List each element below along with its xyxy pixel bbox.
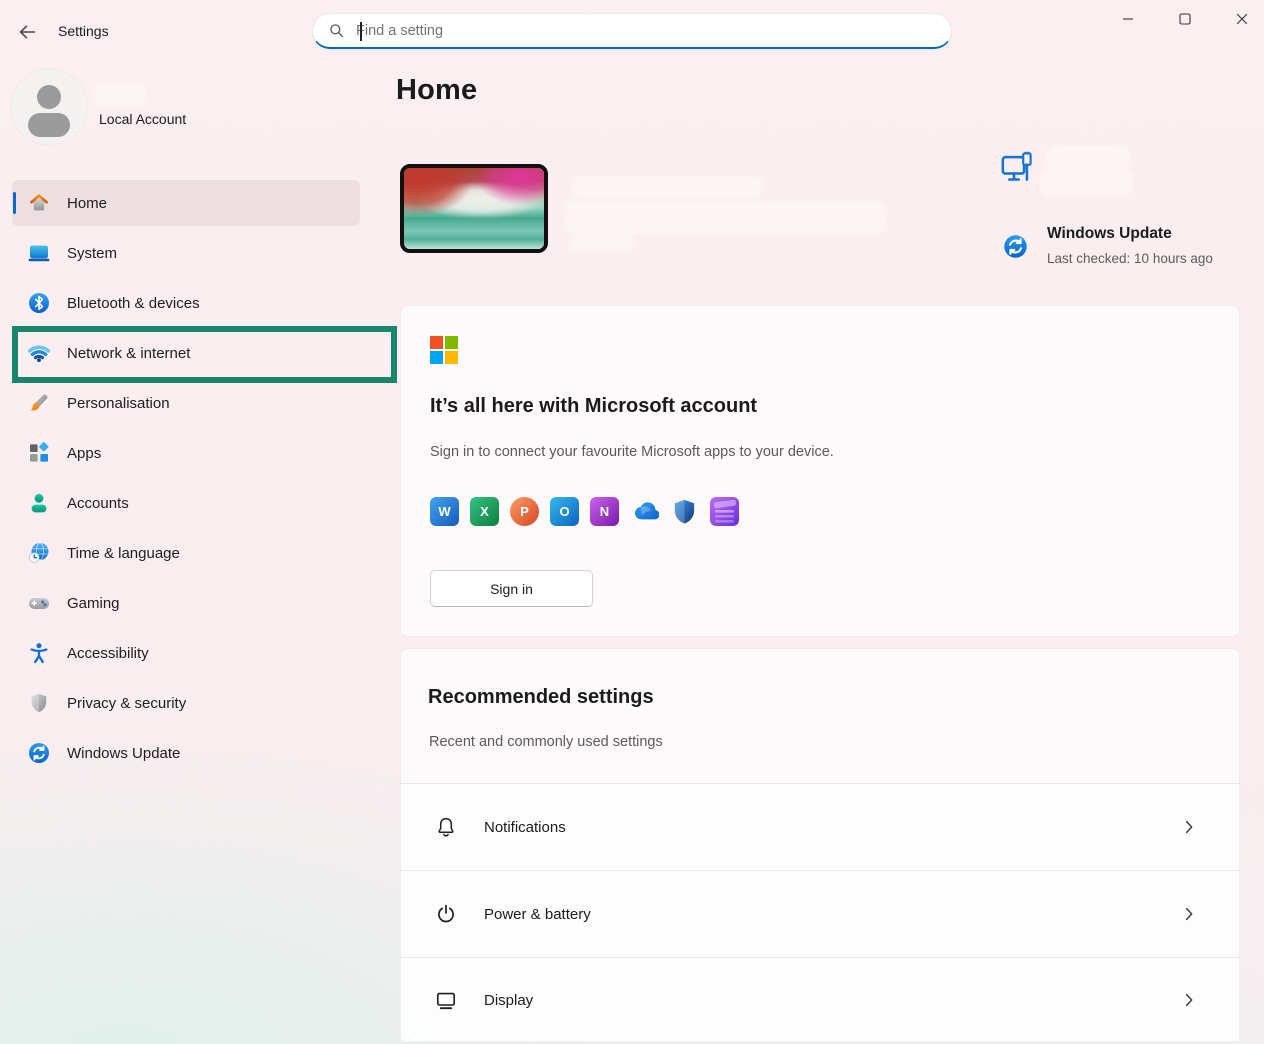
- outlook-icon: O: [550, 497, 579, 526]
- sidebar-item-label: Bluetooth & devices: [67, 295, 200, 312]
- account-type-label: Local Account: [99, 111, 186, 127]
- network-status-shortcut[interactable]: [1000, 150, 1036, 190]
- selected-accent-pill: [13, 192, 16, 214]
- sidebar-item-label: Accessibility: [67, 645, 149, 662]
- sidebar-item-label: Personalisation: [67, 395, 170, 412]
- sidebar-item-label: Gaming: [67, 595, 120, 612]
- microsoft-logo: [430, 336, 459, 365]
- excel-icon: X: [470, 497, 499, 526]
- system-icon: [27, 241, 51, 265]
- word-icon: W: [430, 497, 459, 526]
- sidebar-item-home[interactable]: Home: [12, 180, 360, 226]
- windows-update-status-subtitle: Last checked: 10 hours ago: [1047, 251, 1213, 266]
- recommended-title: Recommended settings: [428, 686, 654, 709]
- avatar-person-icon: [37, 85, 61, 109]
- ethernet-device-icon: [1000, 150, 1034, 188]
- redacted-device-info: [565, 201, 885, 234]
- setting-row-notifications[interactable]: Notifications: [401, 783, 1239, 870]
- window-title: Settings: [58, 23, 109, 39]
- windows-update-status-icon: [1002, 233, 1030, 261]
- chevron-right-icon: [1179, 817, 1199, 837]
- page-title: Home: [396, 74, 477, 107]
- powerpoint-icon: P: [510, 497, 539, 526]
- onenote-icon: N: [590, 497, 619, 526]
- gamepad-icon: [27, 591, 51, 615]
- sidebar-item-system[interactable]: System: [12, 230, 360, 276]
- search-input[interactable]: [346, 23, 951, 39]
- back-arrow-icon: [16, 21, 38, 43]
- paintbrush-icon: [27, 391, 51, 415]
- clipchamp-icon: [710, 497, 739, 526]
- sidebar-item-label: Time & language: [67, 545, 180, 562]
- sidebar-item-windows-update[interactable]: Windows Update: [12, 730, 360, 776]
- onedrive-icon: [630, 497, 659, 526]
- shield-icon: [27, 691, 51, 715]
- wifi-icon: [27, 341, 51, 365]
- display-icon: [434, 988, 458, 1012]
- avatar[interactable]: [11, 69, 87, 145]
- sidebar-item-time-language[interactable]: Time & language: [12, 530, 360, 576]
- sidebar-item-label: Windows Update: [67, 745, 180, 762]
- sidebar-item-personalisation[interactable]: Personalisation: [12, 380, 360, 426]
- power-icon: [434, 902, 458, 926]
- sidebar-item-label: Accounts: [67, 495, 129, 512]
- setting-row-label: Notifications: [484, 819, 566, 836]
- redacted-device-info-2: [570, 235, 636, 251]
- minimize-icon: [1122, 13, 1134, 25]
- sidebar-item-label: Apps: [67, 445, 101, 462]
- chevron-right-icon: [1179, 904, 1199, 924]
- search-box[interactable]: [312, 13, 952, 49]
- sidebar-item-accessibility[interactable]: Accessibility: [12, 630, 360, 676]
- accessibility-icon: [27, 641, 51, 665]
- sidebar-item-label: Privacy & security: [67, 695, 186, 712]
- account-card-subtitle: Sign in to connect your favourite Micros…: [430, 444, 834, 460]
- close-icon: [1236, 13, 1248, 25]
- text-caret: [360, 22, 362, 41]
- sidebar-item-accounts[interactable]: Accounts: [12, 480, 360, 526]
- setting-row-label: Display: [484, 992, 533, 1009]
- minimize-button[interactable]: [1105, 2, 1151, 36]
- globe-clock-icon: [27, 541, 51, 565]
- maximize-button[interactable]: [1162, 2, 1208, 36]
- recommended-subtitle: Recent and commonly used settings: [429, 734, 663, 750]
- windows-update-status-title[interactable]: Windows Update: [1047, 225, 1172, 243]
- person-icon: [27, 491, 51, 515]
- account-card-title: It’s all here with Microsoft account: [430, 395, 757, 418]
- redacted-username: [94, 84, 146, 106]
- setting-row-power-battery[interactable]: Power & battery: [401, 870, 1239, 957]
- setting-row-display[interactable]: Display: [401, 957, 1239, 1043]
- bluetooth-icon: [27, 291, 51, 315]
- sidebar-item-network[interactable]: Network & internet: [12, 330, 360, 376]
- chevron-right-icon: [1179, 990, 1199, 1010]
- device-wallpaper-thumbnail: [400, 164, 548, 253]
- bell-icon: [434, 815, 458, 839]
- sidebar-item-label: Network & internet: [67, 345, 190, 362]
- home-icon: [27, 191, 51, 215]
- search-icon: [327, 21, 346, 40]
- sidebar-item-bluetooth[interactable]: Bluetooth & devices: [12, 280, 360, 326]
- redacted-network-info: [1040, 169, 1132, 197]
- sidebar-item-label: Home: [67, 195, 107, 212]
- redacted-device-name: [572, 176, 762, 198]
- back-button[interactable]: [10, 18, 44, 46]
- defender-icon: [670, 497, 699, 526]
- sign-in-button[interactable]: Sign in: [430, 570, 593, 607]
- apps-icon: [27, 441, 51, 465]
- microsoft-apps-row: W X P O N: [430, 497, 739, 526]
- sync-icon: [27, 741, 51, 765]
- sidebar-item-gaming[interactable]: Gaming: [12, 580, 360, 626]
- sidebar-item-apps[interactable]: Apps: [12, 430, 360, 476]
- redacted-network-name: [1046, 146, 1130, 170]
- maximize-icon: [1179, 13, 1191, 25]
- setting-row-label: Power & battery: [484, 906, 591, 923]
- sidebar-item-privacy[interactable]: Privacy & security: [12, 680, 360, 726]
- close-button[interactable]: [1219, 2, 1264, 36]
- sidebar-item-label: System: [67, 245, 117, 262]
